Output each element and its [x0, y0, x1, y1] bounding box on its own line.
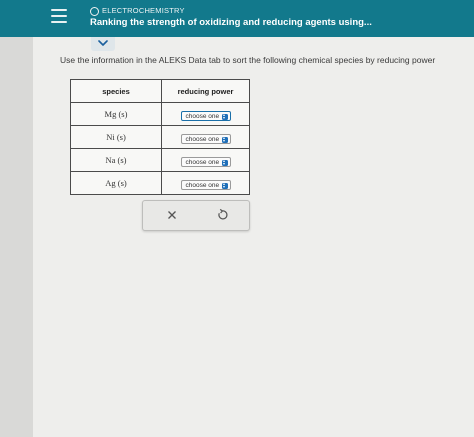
reducing-power-header: reducing power: [161, 79, 250, 103]
clear-button[interactable]: [165, 208, 179, 222]
undo-icon: [218, 208, 228, 220]
table-row: Ag (s) choose one: [70, 171, 250, 195]
table-row: Ni (s) choose one: [70, 125, 250, 149]
chevron-down-icon: [98, 40, 108, 46]
select-value: choose one: [185, 113, 220, 120]
select-value: choose one: [185, 136, 220, 143]
reducing-power-select[interactable]: choose one: [180, 180, 231, 190]
select-cell: choose one: [161, 171, 250, 195]
reducing-power-select[interactable]: choose one: [180, 111, 231, 121]
table-row: Mg (s) choose one: [70, 102, 250, 126]
select-arrows-icon: [221, 182, 228, 189]
select-arrows-icon: [221, 159, 228, 166]
select-cell: choose one: [161, 102, 250, 126]
species-header: species: [70, 79, 162, 103]
expand-button[interactable]: [91, 37, 115, 51]
topic-label: ELECTROCHEMISTRY: [102, 6, 185, 15]
species-cell: Ni (s): [70, 125, 162, 149]
reducing-power-select[interactable]: choose one: [180, 134, 231, 144]
action-bar: [142, 200, 250, 231]
select-value: choose one: [185, 182, 220, 189]
close-icon: [168, 211, 176, 219]
species-cell: Na (s): [70, 148, 162, 172]
page-title: Ranking the strength of oxidizing and re…: [90, 17, 372, 28]
table-row: Na (s) choose one: [70, 148, 250, 172]
species-cell: Ag (s): [70, 171, 162, 195]
select-arrows-icon: [221, 113, 228, 120]
select-cell: choose one: [161, 125, 250, 149]
instruction-text: Use the information in the ALEKS Data ta…: [60, 55, 436, 65]
select-arrows-icon: [221, 136, 228, 143]
circle-icon: [90, 7, 99, 16]
reducing-power-select[interactable]: choose one: [180, 157, 231, 167]
hamburger-icon[interactable]: [51, 9, 67, 23]
species-table: species reducing power Mg (s) choose one…: [70, 79, 250, 195]
undo-button[interactable]: [215, 208, 229, 222]
species-cell: Mg (s): [70, 102, 162, 126]
top-header: ELECTROCHEMISTRY Ranking the strength of…: [0, 0, 474, 37]
table-header-row: species reducing power: [70, 79, 250, 103]
select-value: choose one: [185, 159, 220, 166]
select-cell: choose one: [161, 148, 250, 172]
